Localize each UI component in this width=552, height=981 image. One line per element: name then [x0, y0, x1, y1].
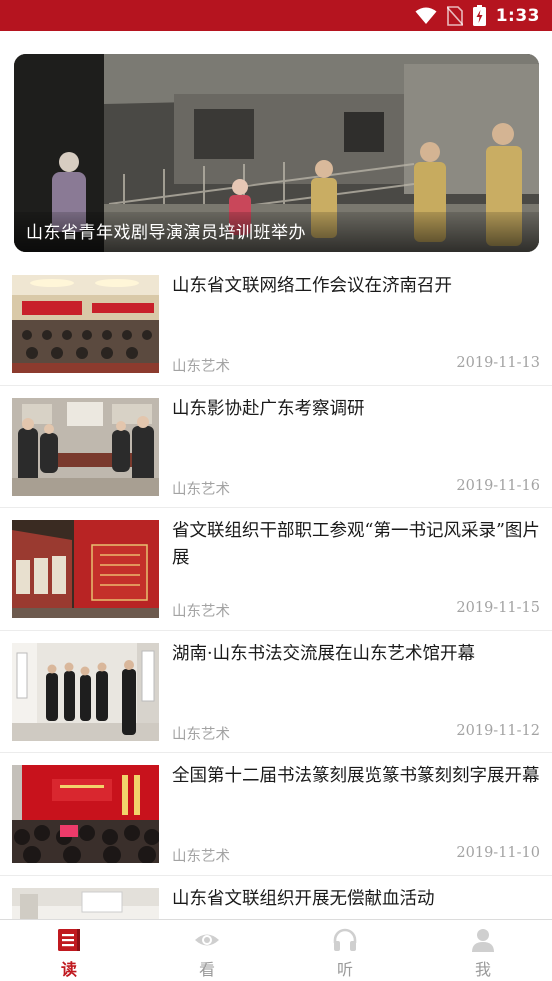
featured-banner[interactable]: 山东省青年戏剧导演演员培训班举办	[14, 54, 539, 252]
news-title: 全国第十二届书法篆刻展览篆书篆刻刻字展开幕	[172, 766, 540, 786]
book-icon	[58, 929, 80, 951]
news-item[interactable]: 山东影协赴广东考察调研 山东艺术 2019-11-16	[0, 386, 552, 508]
tab-listen-label: 听	[336, 960, 353, 979]
news-thumbnail	[12, 520, 159, 618]
tab-watch-label: 看	[198, 960, 215, 979]
news-title: 山东省文联组织开展无偿献血活动	[172, 888, 435, 909]
news-date: 2019-11-16	[456, 477, 540, 494]
tab-read[interactable]: 读	[0, 920, 138, 981]
banner-caption: 山东省青年戏剧导演演员培训班举办	[26, 223, 306, 243]
news-source: 山东艺术	[172, 726, 230, 743]
news-source: 山东艺术	[172, 604, 230, 620]
bottom-nav: 读 看 听 我	[0, 919, 552, 981]
tab-read-label: 读	[60, 960, 77, 979]
news-source: 山东艺术	[172, 359, 230, 375]
news-title: 省文联组织干部职工参观“第一书记风采录”图片展	[172, 521, 540, 568]
news-title: 山东影协赴广东考察调研	[172, 398, 365, 419]
news-thumbnail	[12, 275, 159, 373]
tab-listen[interactable]: 听	[276, 920, 414, 981]
news-source: 山东艺术	[172, 849, 230, 865]
news-item[interactable]: 省文联组织干部职工参观“第一书记风采录”图片展 山东艺术 2019-11-15	[0, 508, 552, 631]
eye-icon	[195, 934, 219, 946]
status-bar: 1:33	[0, 0, 552, 31]
news-thumbnail	[12, 765, 159, 863]
no-sim-icon	[446, 5, 463, 26]
news-title: 湖南·山东书法交流展在山东艺术馆开幕	[172, 643, 476, 664]
wifi-icon	[415, 7, 437, 24]
battery-charging-icon	[472, 5, 486, 26]
news-item[interactable]: 全国第十二届书法篆刻展览篆书篆刻刻字展开幕 山东艺术 2019-11-10	[0, 753, 552, 876]
news-thumbnail	[12, 642, 159, 741]
tab-watch[interactable]: 看	[138, 920, 276, 981]
tab-me-label: 我	[474, 960, 491, 979]
tab-me[interactable]: 我	[414, 920, 552, 981]
news-item[interactable]: 山东省文联网络工作会议在济南召开 山东艺术 2019-11-13	[0, 263, 552, 386]
news-title: 山东省文联网络工作会议在济南召开	[172, 276, 452, 296]
headphones-icon	[333, 928, 357, 951]
news-thumbnail	[12, 397, 159, 496]
news-source: 山东艺术	[172, 481, 230, 498]
status-time: 1:33	[495, 5, 540, 26]
person-icon	[472, 929, 494, 952]
news-date: 2019-11-15	[456, 600, 540, 616]
news-date: 2019-11-10	[456, 845, 540, 861]
news-item[interactable]: 湖南·山东书法交流展在山东艺术馆开幕 山东艺术 2019-11-12	[0, 631, 552, 753]
news-list: 山东省文联网络工作会议在济南召开 山东艺术 2019-11-13 山东影协赴广东…	[0, 263, 552, 981]
news-date: 2019-11-13	[456, 355, 540, 371]
news-date: 2019-11-12	[456, 722, 540, 739]
